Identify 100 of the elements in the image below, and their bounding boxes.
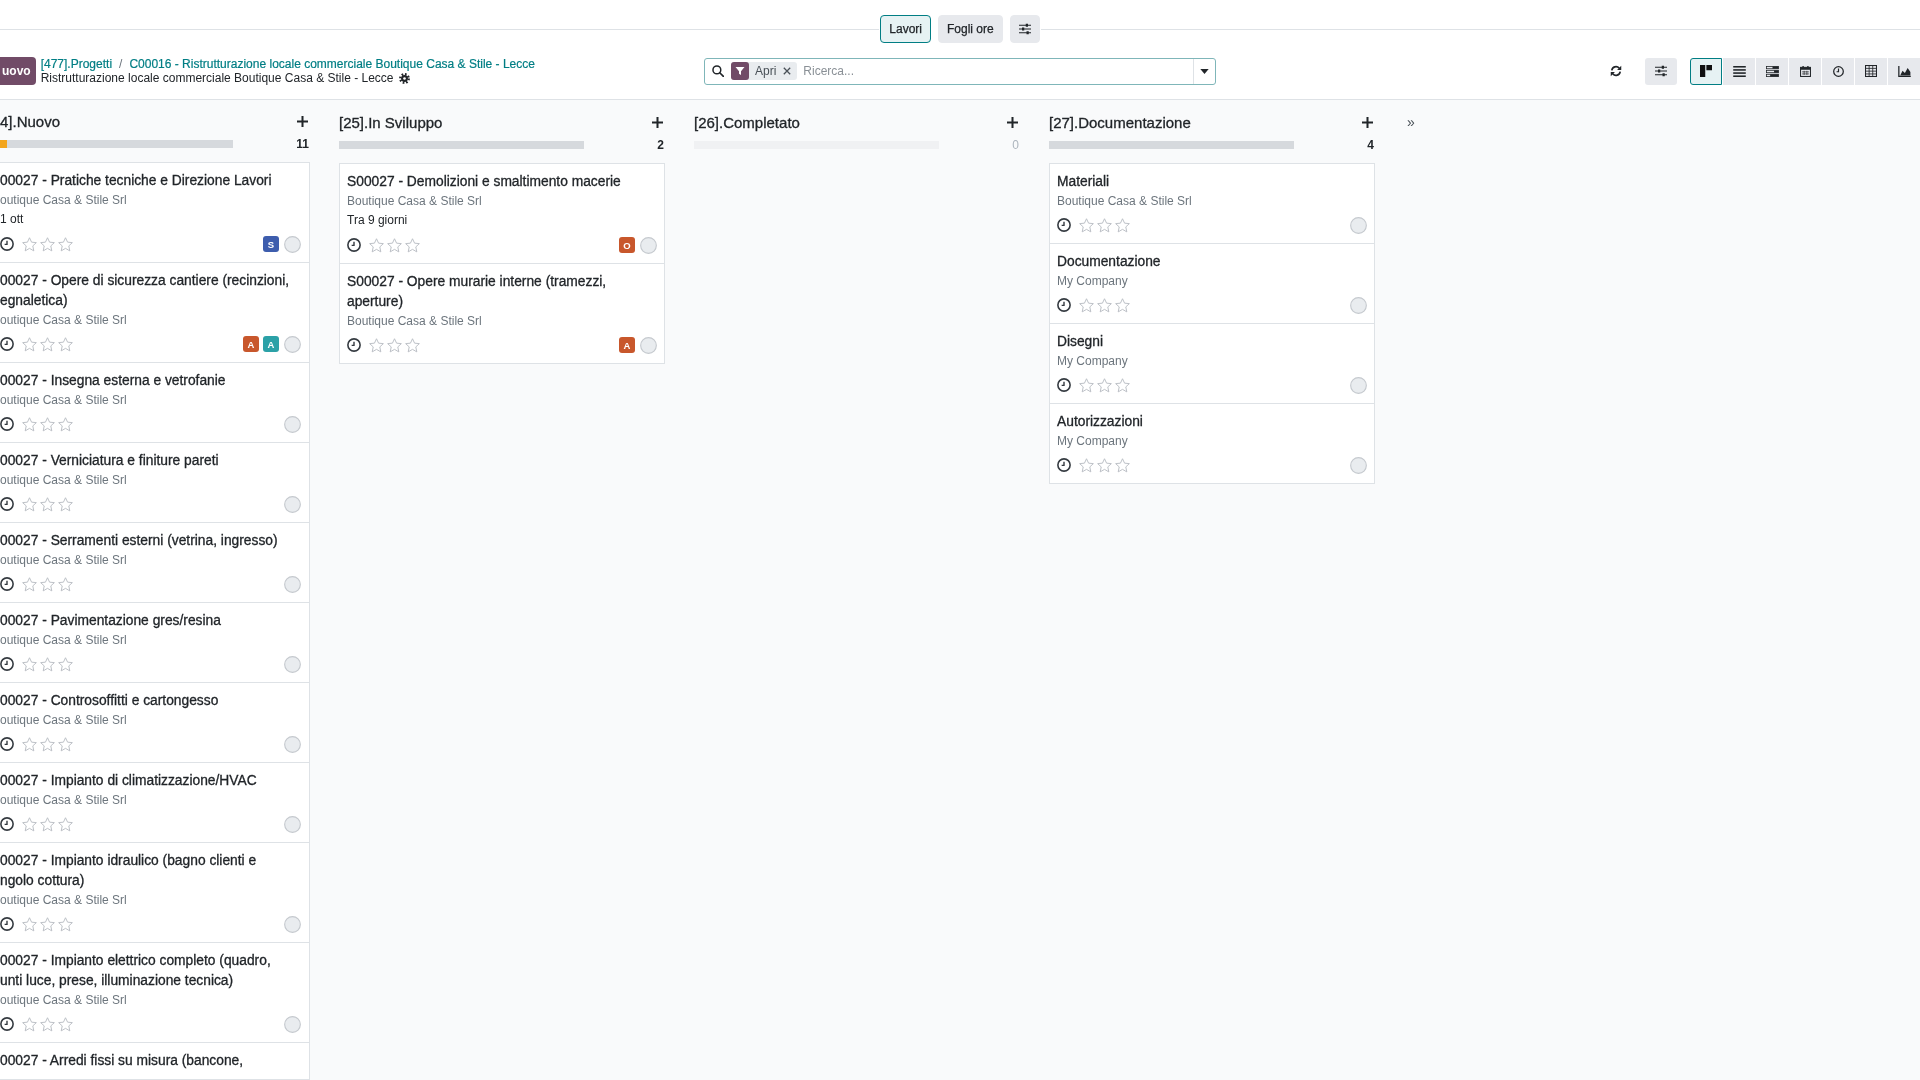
gear-icon[interactable] [398, 72, 410, 84]
star-icon[interactable] [22, 736, 37, 752]
task-card[interactable]: 00027 - Insegna esterna e vetrofanie outique Casa & Stile Srl [0, 363, 310, 443]
clock-icon[interactable] [0, 1017, 14, 1031]
status-circle-icon[interactable] [284, 915, 301, 933]
new-button[interactable]: uovo [0, 57, 36, 85]
status-circle-icon[interactable] [640, 336, 657, 354]
star-icon[interactable] [22, 1016, 37, 1032]
clock-icon[interactable] [347, 338, 361, 352]
priority-stars[interactable] [22, 816, 73, 832]
star-icon[interactable] [1115, 217, 1130, 233]
star-icon[interactable] [1079, 377, 1094, 393]
star-icon[interactable] [1079, 457, 1094, 473]
clock-icon[interactable] [0, 577, 14, 591]
status-circle-icon[interactable] [284, 235, 301, 253]
task-card[interactable]: Documentazione My Company [1049, 244, 1375, 324]
priority-stars[interactable] [22, 416, 73, 432]
status-circle-icon[interactable] [1350, 296, 1367, 314]
star-icon[interactable] [58, 816, 73, 832]
star-icon[interactable] [1097, 457, 1112, 473]
star-icon[interactable] [58, 656, 73, 672]
task-card[interactable]: 00027 - Arredi fissi su misura (bancone, [0, 1043, 310, 1080]
calendar-view-button[interactable] [1789, 57, 1821, 85]
star-icon[interactable] [22, 656, 37, 672]
status-circle-icon[interactable] [1350, 216, 1367, 234]
star-icon[interactable] [58, 496, 73, 512]
task-card[interactable]: 00027 - Impianto idraulico (bagno clienti e ngolo cottura) outique Casa & Stile Srl [0, 843, 310, 943]
star-icon[interactable] [40, 916, 55, 932]
breadcrumb-link[interactable]: C00016 - Ristrutturazione locale commerciale Boutique Casa & Stile - Lecce [129, 57, 535, 71]
task-card[interactable]: 00027 - Impianto di climatizzazione/HVAC outique Casa & Stile Srl [0, 763, 310, 843]
star-icon[interactable] [22, 236, 37, 252]
clock-icon[interactable] [1057, 218, 1071, 232]
clock-icon[interactable] [0, 497, 14, 511]
status-circle-icon[interactable] [284, 495, 301, 513]
star-icon[interactable] [405, 337, 420, 353]
clock-icon[interactable] [0, 337, 14, 351]
kanban-view-button[interactable] [1690, 57, 1722, 85]
task-card[interactable]: Autorizzazioni My Company [1049, 404, 1375, 484]
priority-stars[interactable] [22, 576, 73, 592]
clock-icon[interactable] [0, 817, 14, 831]
task-card[interactable]: 00027 - Controsoffitti e cartongesso outique Casa & Stile Srl [0, 683, 310, 763]
star-icon[interactable] [405, 237, 420, 253]
search-input[interactable]: Ricerca... [803, 61, 1193, 81]
priority-stars[interactable] [369, 337, 420, 353]
activity-view-button[interactable] [1822, 57, 1854, 85]
star-icon[interactable] [40, 416, 55, 432]
search-icon[interactable] [712, 65, 724, 77]
status-circle-icon[interactable] [284, 655, 301, 673]
star-icon[interactable] [1097, 217, 1112, 233]
status-circle-icon[interactable] [284, 335, 301, 353]
progress-track[interactable] [0, 140, 233, 149]
star-icon[interactable] [58, 1016, 73, 1032]
star-icon[interactable] [58, 576, 73, 592]
progress-track[interactable] [1049, 141, 1294, 149]
status-circle-icon[interactable] [284, 1015, 301, 1033]
star-icon[interactable] [22, 336, 37, 352]
priority-stars[interactable] [22, 736, 73, 752]
add-card-button[interactable] [295, 113, 310, 130]
star-icon[interactable] [40, 236, 55, 252]
progress-fill[interactable] [0, 140, 7, 149]
priority-stars[interactable] [1079, 297, 1130, 313]
star-icon[interactable] [1079, 297, 1094, 313]
priority-stars[interactable] [22, 1016, 73, 1032]
priority-stars[interactable] [1079, 217, 1130, 233]
star-icon[interactable] [40, 656, 55, 672]
clock-icon[interactable] [1057, 378, 1071, 392]
star-icon[interactable] [1115, 457, 1130, 473]
task-card[interactable]: 00027 - Serramenti esterni (vetrina, ingresso) outique Casa & Stile Srl [0, 523, 310, 603]
star-icon[interactable] [22, 496, 37, 512]
pivot-view-button[interactable] [1855, 57, 1887, 85]
options-button[interactable] [1009, 15, 1040, 43]
star-icon[interactable] [22, 576, 37, 592]
task-card[interactable]: 00027 - Pratiche tecniche e Direzione Lavori outique Casa & Stile Srl 1 ott S [0, 162, 310, 263]
star-icon[interactable] [40, 816, 55, 832]
status-circle-icon[interactable] [640, 236, 657, 254]
view-tab[interactable]: Fogli ore [938, 15, 1003, 43]
star-icon[interactable] [40, 1016, 55, 1032]
star-icon[interactable] [58, 336, 73, 352]
priority-stars[interactable] [369, 237, 420, 253]
more-columns-button[interactable]: » [1403, 109, 1419, 135]
status-circle-icon[interactable] [284, 415, 301, 433]
star-icon[interactable] [22, 816, 37, 832]
star-icon[interactable] [58, 416, 73, 432]
star-icon[interactable] [58, 736, 73, 752]
priority-stars[interactable] [22, 656, 73, 672]
clock-icon[interactable] [0, 237, 14, 251]
filter-options-button[interactable] [1645, 57, 1677, 85]
add-card-button[interactable] [650, 114, 665, 130]
priority-stars[interactable] [22, 236, 73, 252]
status-circle-icon[interactable] [284, 575, 301, 593]
star-icon[interactable] [58, 916, 73, 932]
search-bar[interactable]: Apri Ricerca... [704, 57, 1216, 85]
clock-icon[interactable] [0, 737, 14, 751]
progress-track[interactable] [339, 141, 584, 149]
status-circle-icon[interactable] [284, 815, 301, 833]
star-icon[interactable] [1097, 297, 1112, 313]
star-icon[interactable] [40, 336, 55, 352]
clock-icon[interactable] [0, 657, 14, 671]
star-icon[interactable] [40, 496, 55, 512]
list-view-button[interactable] [1723, 57, 1755, 85]
